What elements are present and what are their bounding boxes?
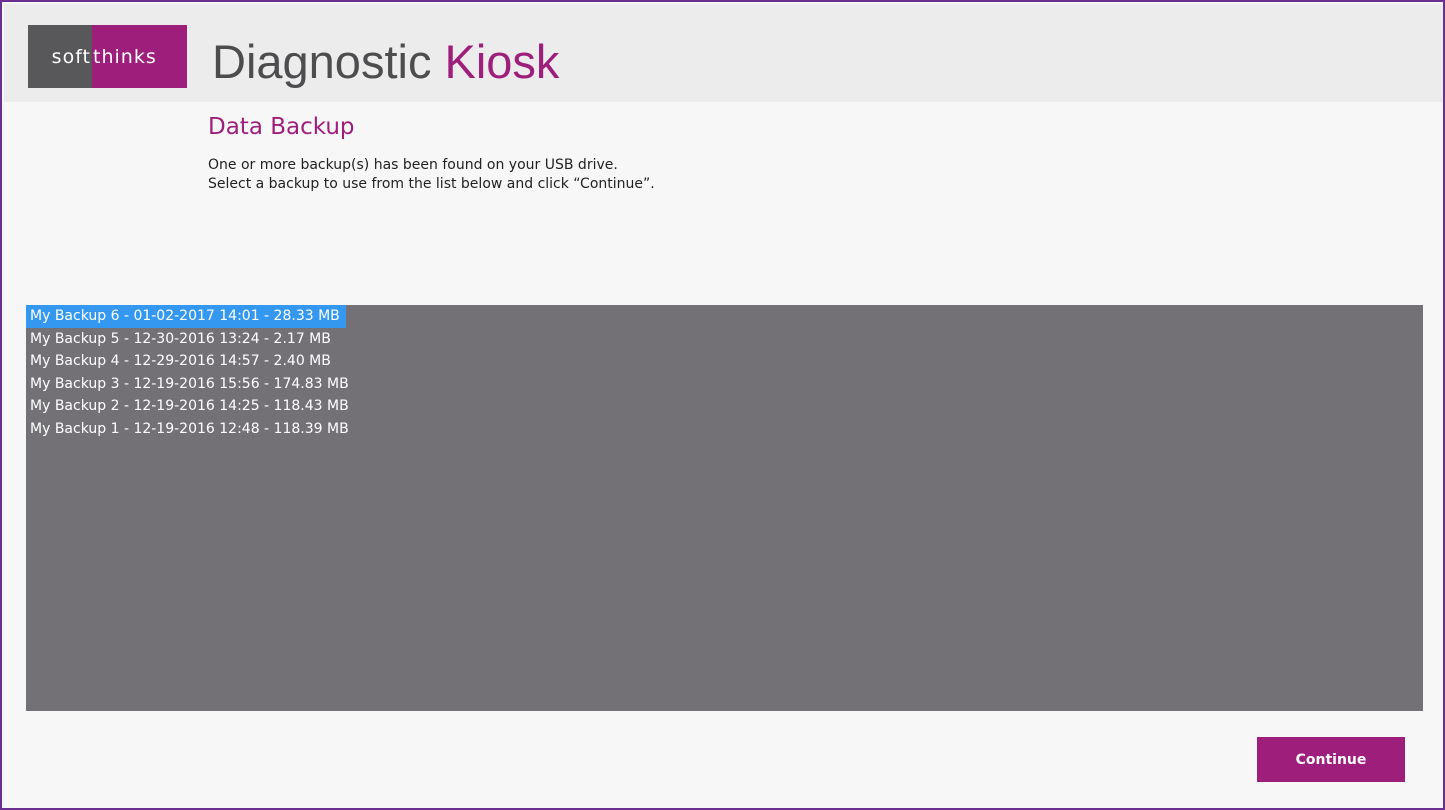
continue-button[interactable]: Continue	[1257, 737, 1405, 782]
backup-list-item[interactable]: My Backup 1 - 12-19-2016 12:48 - 118.39 …	[26, 418, 355, 441]
backup-list-item[interactable]: My Backup 6 - 01-02-2017 14:01 - 28.33 M…	[26, 305, 346, 328]
instruction-line-1: One or more backup(s) has been found on …	[208, 157, 618, 173]
instructions: One or more backup(s) has been found on …	[208, 156, 655, 194]
backup-list-item[interactable]: My Backup 4 - 12-29-2016 14:57 - 2.40 MB	[26, 350, 337, 373]
app-title: Diagnostic Kiosk	[212, 32, 559, 92]
backup-list[interactable]: My Backup 6 - 01-02-2017 14:01 - 28.33 M…	[26, 305, 1423, 711]
app-title-main: Diagnostic	[212, 35, 445, 88]
app-title-accent: Kiosk	[444, 35, 560, 88]
backup-list-item[interactable]: My Backup 3 - 12-19-2016 15:56 - 174.83 …	[26, 373, 355, 396]
logo-right-segment: thinks	[92, 25, 187, 88]
app-header: soft thinks Diagnostic Kiosk	[4, 4, 1443, 102]
backup-list-item[interactable]: My Backup 2 - 12-19-2016 14:25 - 118.43 …	[26, 395, 355, 418]
instruction-line-2: Select a backup to use from the list bel…	[208, 176, 655, 192]
softthinks-logo: soft thinks	[28, 25, 187, 88]
backup-list-item[interactable]: My Backup 5 - 12-30-2016 13:24 - 2.17 MB	[26, 328, 337, 351]
logo-left-segment: soft	[28, 25, 92, 88]
page-title: Data Backup	[208, 114, 355, 140]
